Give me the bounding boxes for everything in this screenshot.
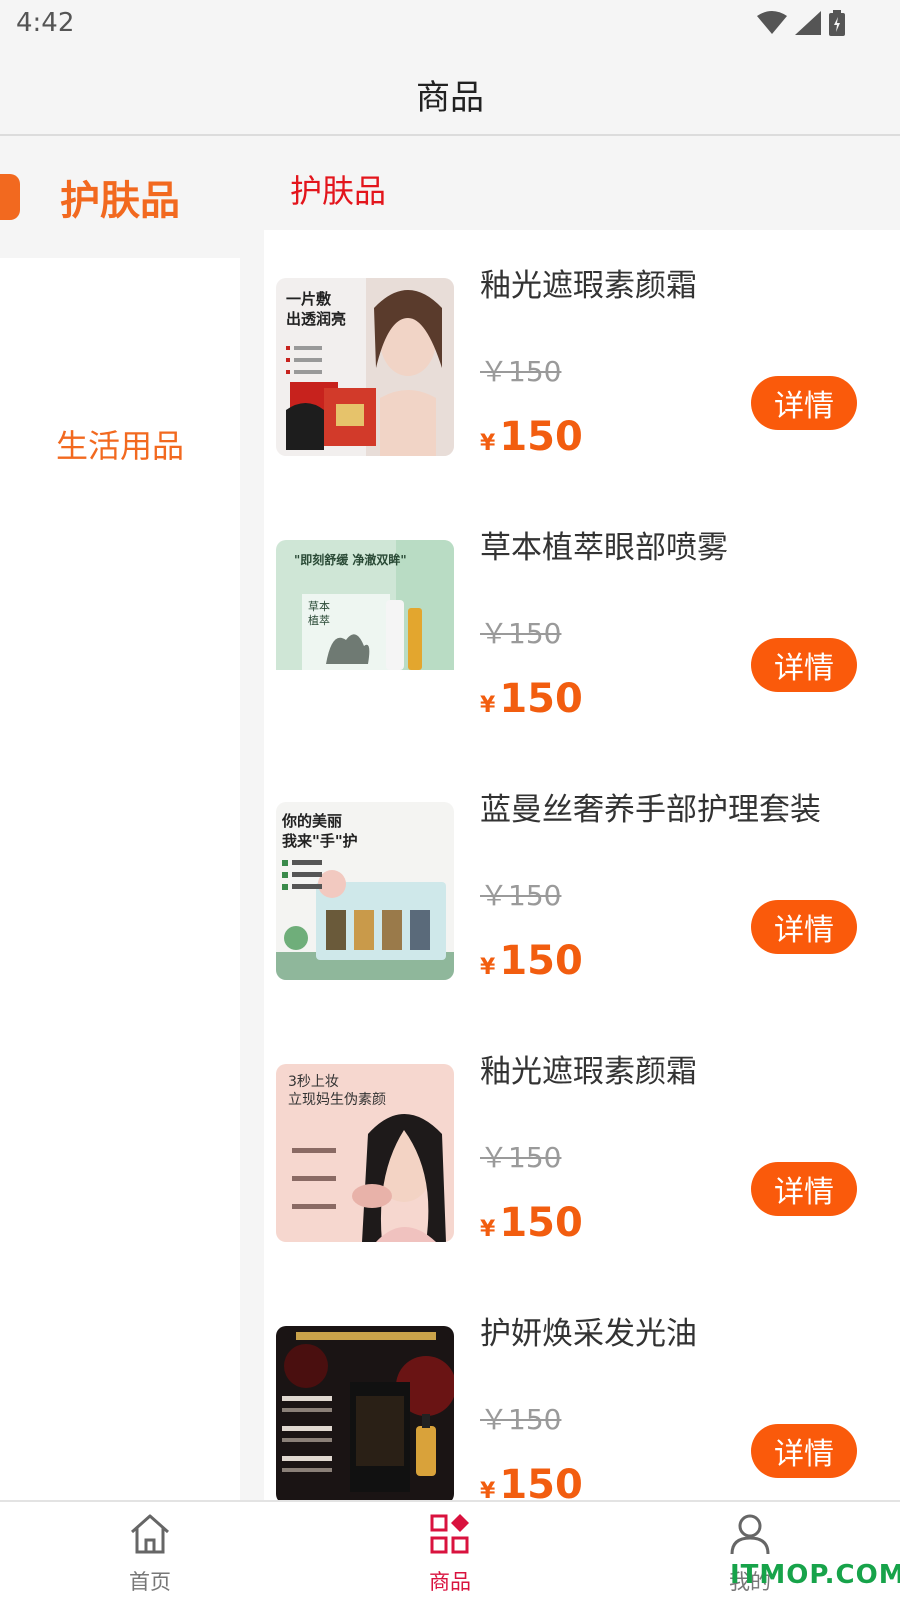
detail-button[interactable]: 详情 bbox=[751, 376, 857, 430]
tab-label: 商品 bbox=[429, 1570, 471, 1594]
product-image[interactable] bbox=[276, 1326, 454, 1500]
tab-home[interactable]: 首页 bbox=[0, 1502, 300, 1600]
image-text: 立现妈生伪素颜 bbox=[288, 1092, 386, 1108]
product-name[interactable]: 护妍焕采发光油 bbox=[480, 1308, 697, 1353]
status-icons bbox=[757, 10, 845, 36]
product-card[interactable]: 你的美丽 我来"手"护 蓝曼丝奢养手部护理套装 ￥150 ¥150 详情 bbox=[264, 754, 900, 1018]
price-value: 150 bbox=[499, 938, 583, 984]
page-title: 商品 bbox=[416, 78, 484, 118]
detail-button[interactable]: 详情 bbox=[751, 900, 857, 954]
sidebar-item-skincare[interactable]: 护肤品 bbox=[0, 136, 240, 258]
active-indicator bbox=[0, 174, 20, 220]
home-icon bbox=[131, 1514, 169, 1554]
product-name[interactable]: 蓝曼丝奢养手部护理套装 bbox=[480, 784, 821, 829]
product-image[interactable]: 一片敷 出透润亮 bbox=[276, 278, 454, 456]
product-image[interactable]: 3秒上妆 立现妈生伪素颜 bbox=[276, 1064, 454, 1242]
user-icon bbox=[730, 1514, 770, 1555]
original-price: ￥150 bbox=[480, 1403, 562, 1436]
currency-symbol: ¥ bbox=[480, 1479, 496, 1500]
wifi-icon bbox=[757, 11, 787, 34]
image-text: 你的美丽 bbox=[281, 812, 342, 830]
product-card[interactable]: 3秒上妆 立现妈生伪素颜 釉光遮瑕素颜霜 ￥150 ¥150 详情 bbox=[264, 1016, 900, 1280]
sale-price: ¥150 bbox=[480, 414, 583, 460]
product-name[interactable]: 釉光遮瑕素颜霜 bbox=[480, 260, 697, 305]
product-card[interactable]: 一片敷 出透润亮 釉光遮瑕素颜霜 ￥150 ¥150 详情 bbox=[264, 230, 900, 494]
sale-price: ¥150 bbox=[480, 1462, 583, 1500]
image-text: 植萃 bbox=[308, 613, 330, 627]
detail-button[interactable]: 详情 bbox=[751, 1424, 857, 1478]
image-text: 3秒上妆 bbox=[288, 1074, 339, 1090]
battery-icon bbox=[829, 10, 845, 36]
category-sidebar: 护肤品 生活用品 bbox=[0, 136, 240, 1500]
status-bar: 4:42 bbox=[0, 0, 900, 50]
sale-price: ¥150 bbox=[480, 938, 583, 984]
price-value: 150 bbox=[499, 676, 583, 722]
price-value: 150 bbox=[499, 1200, 583, 1246]
product-name[interactable]: 釉光遮瑕素颜霜 bbox=[480, 1046, 697, 1091]
product-card[interactable]: 护妍焕采发光油 ￥150 ¥150 详情 bbox=[264, 1278, 900, 1500]
detail-button[interactable]: 详情 bbox=[751, 638, 857, 692]
sidebar-item-label: 生活用品 bbox=[55, 427, 184, 465]
sale-price: ¥150 bbox=[480, 676, 583, 722]
sidebar-item-daily-goods[interactable]: 生活用品 bbox=[0, 394, 240, 494]
original-price: ￥150 bbox=[480, 617, 562, 650]
sale-price: ¥150 bbox=[480, 1200, 583, 1246]
tab-products[interactable]: 商品 bbox=[300, 1502, 600, 1600]
image-text: "即刻舒缓 净澈双眸" bbox=[294, 552, 407, 567]
currency-symbol: ¥ bbox=[480, 693, 496, 718]
original-price: ￥150 bbox=[480, 355, 562, 388]
sidebar-item-label: 护肤品 bbox=[60, 178, 180, 224]
signal-icon bbox=[795, 11, 821, 35]
product-image[interactable]: 你的美丽 我来"手"护 bbox=[276, 802, 454, 980]
currency-symbol: ¥ bbox=[480, 955, 496, 980]
product-image[interactable]: "即刻舒缓 净澈双眸" 草本 植萃 bbox=[276, 540, 454, 718]
image-text: 我来"手"护 bbox=[282, 832, 358, 850]
category-title: 护肤品 bbox=[290, 172, 387, 210]
price-value: 150 bbox=[499, 1462, 583, 1500]
product-card[interactable]: "即刻舒缓 净澈双眸" 草本 植萃 草本植萃眼部喷雾 ￥150 ¥150 详情 bbox=[264, 492, 900, 756]
currency-symbol: ¥ bbox=[480, 431, 496, 456]
watermark: ITMOP.COM bbox=[730, 1560, 900, 1590]
original-price: ￥150 bbox=[480, 879, 562, 912]
product-name[interactable]: 草本植萃眼部喷雾 bbox=[480, 522, 728, 567]
image-text: 草本 bbox=[308, 599, 330, 613]
status-time: 4:42 bbox=[16, 8, 75, 38]
price-value: 150 bbox=[499, 414, 583, 460]
grid-icon bbox=[430, 1514, 469, 1554]
image-text: 一片敷 bbox=[286, 290, 332, 308]
tab-label: 首页 bbox=[129, 1570, 171, 1594]
original-price: ￥150 bbox=[480, 1141, 562, 1174]
detail-button[interactable]: 详情 bbox=[751, 1162, 857, 1216]
image-text: 出透润亮 bbox=[286, 310, 346, 328]
product-content: 护肤品 一片敷 出透润亮 釉光遮瑕素颜霜 ￥150 ¥ 150 详情 "即刻舒缓… bbox=[264, 136, 900, 1500]
nav-bar: 商品 bbox=[0, 50, 900, 136]
currency-symbol: ¥ bbox=[480, 1217, 496, 1242]
